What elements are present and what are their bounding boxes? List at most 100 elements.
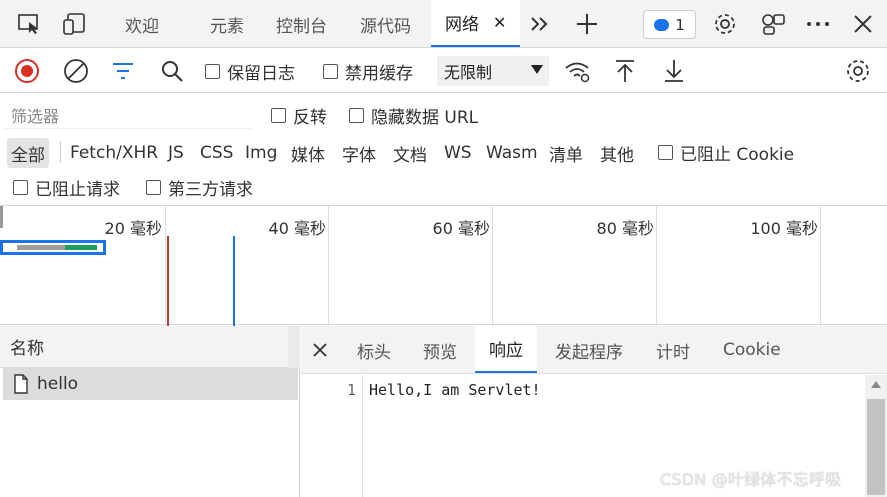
preserve-log-checkbox[interactable]: 保留日志 [205,59,295,84]
blocked-cookies-checkbox[interactable]: 已阻止 Cookie [658,140,794,165]
preserve-log-label: 保留日志 [227,64,295,84]
tab-label: 预览 [423,342,457,363]
invert-checkbox[interactable]: 反转 [271,103,327,128]
filter-toggle-button[interactable] [111,49,135,93]
vertical-scrollbar[interactable] [865,375,887,497]
divider [60,141,61,163]
tick-label: 100 毫秒 [750,219,818,238]
network-conditions-button[interactable] [564,49,592,93]
close-detail-button[interactable] [313,326,327,374]
blocked-requests-label: 已阻止请求 [35,180,120,200]
tab-label: 标头 [357,342,391,363]
more-tabs-icon[interactable] [523,0,557,48]
grid-line [820,206,821,326]
export-har-button[interactable] [662,49,686,93]
type-filter-doc[interactable]: 文档 [393,138,427,168]
scroll-up-icon[interactable] [871,381,881,388]
tick-label: 20 毫秒 [104,219,162,238]
tab-initiator[interactable]: 发起程序 [555,326,623,374]
tick-label: 60 毫秒 [432,219,490,238]
grid-line [492,206,493,326]
watermark: CSDN @叶绿体不忘呼吸 [660,470,842,489]
overview-handle[interactable] [0,206,3,228]
tab-label: 欢迎 [125,16,159,37]
filter-input[interactable]: 筛选器 [4,101,252,129]
type-filter-media[interactable]: 媒体 [291,138,325,168]
close-icon [313,343,327,357]
third-party-label: 第三方请求 [168,180,253,200]
type-filter-wasm[interactable]: Wasm [486,138,538,168]
tab-response[interactable]: 响应 [475,326,537,373]
request-list: 名称 hello [0,326,300,497]
checkbox-box[interactable] [205,64,220,79]
tab-label: 响应 [489,341,523,361]
record-icon [15,59,39,83]
more-options-icon[interactable] [801,0,835,48]
grid-line [328,206,329,326]
add-tab-icon[interactable] [570,0,604,48]
tab-timing[interactable]: 计时 [656,326,690,374]
issues-badge[interactable]: 1 [643,10,696,39]
line-number-gutter: 1 [301,375,363,497]
column-header-label: 名称 [10,339,44,359]
type-filter-css[interactable]: CSS [200,138,233,168]
type-filter-manifest[interactable]: 清单 [549,138,583,168]
tab-elements[interactable]: 元素 [210,0,244,48]
tab-sources[interactable]: 源代码 [360,0,411,48]
type-filter-ws[interactable]: WS [444,138,472,168]
checkbox-box[interactable] [349,108,364,123]
type-filter-font[interactable]: 字体 [342,138,376,168]
tab-console[interactable]: 控制台 [276,0,327,48]
close-devtools-icon[interactable] [846,0,880,48]
network-overview[interactable]: 20 毫秒 40 毫秒 60 毫秒 80 毫秒 100 毫秒 [0,205,887,326]
third-party-checkbox[interactable]: 第三方请求 [146,175,253,200]
tab-preview[interactable]: 预览 [423,326,457,374]
type-filter-js[interactable]: JS [168,138,184,168]
type-label: WS [444,143,472,163]
chevron-down-icon [531,65,543,74]
checkbox-box[interactable] [658,145,673,160]
tab-label: 源代码 [360,16,411,37]
hide-data-urls-label: 隐藏数据 URL [371,108,479,128]
checkbox-box[interactable] [13,180,28,195]
throttling-select[interactable]: 无限制 [437,56,549,86]
clear-button[interactable] [63,49,89,93]
tab-headers[interactable]: 标头 [357,326,391,374]
type-filter-fetch-xhr[interactable]: Fetch/XHR [70,138,158,168]
import-har-button[interactable] [613,49,637,93]
type-label: JS [168,143,184,163]
device-emulation-icon[interactable] [58,0,92,48]
type-filter-img[interactable]: Img [245,138,277,168]
issues-count: 1 [675,15,685,34]
tab-label: Cookie [723,340,781,360]
type-label: CSS [200,143,234,163]
close-tab-icon[interactable]: ✕ [493,13,506,32]
type-label: 全部 [11,145,45,166]
type-filter-other[interactable]: 其他 [600,138,634,168]
download-icon [665,60,683,82]
type-label: 其他 [600,145,634,166]
checkbox-box[interactable] [323,64,338,79]
record-button[interactable] [14,49,40,93]
name-column-header[interactable]: 名称 [0,326,300,368]
customize-icon[interactable] [756,0,790,48]
disable-cache-checkbox[interactable]: 禁用缓存 [323,59,413,84]
tick-label: 80 毫秒 [596,219,654,238]
inspect-element-icon[interactable] [12,0,46,48]
hide-data-urls-checkbox[interactable]: 隐藏数据 URL [349,103,478,128]
network-settings-button[interactable] [845,49,871,93]
settings-icon[interactable] [708,0,742,48]
upload-icon [616,60,634,82]
search-button[interactable] [160,49,184,93]
blocked-requests-checkbox[interactable]: 已阻止请求 [13,175,120,200]
checkbox-box[interactable] [271,108,286,123]
scrollbar-thumb[interactable] [867,399,885,495]
type-filter-all[interactable]: 全部 [7,138,49,168]
tab-cookies[interactable]: Cookie [723,326,781,374]
tab-network[interactable]: 网络 ✕ [431,0,521,47]
tab-welcome[interactable]: 欢迎 [125,0,159,48]
table-row[interactable]: hello [3,368,298,400]
column-resizer[interactable] [288,326,300,368]
checkbox-box[interactable] [146,180,161,195]
tab-label: 网络 [445,15,479,35]
